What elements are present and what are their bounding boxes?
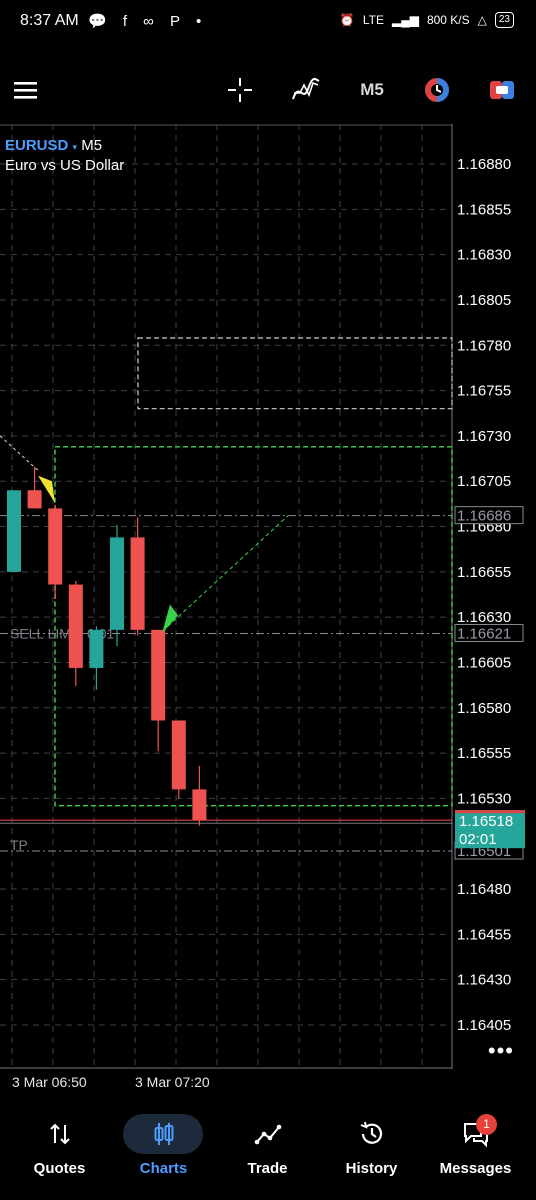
nav-label-history: History bbox=[345, 1160, 398, 1177]
candle-countdown: 02:01 bbox=[459, 831, 497, 848]
price-tick-label: 1.16430 bbox=[457, 972, 511, 989]
messages-badge: 1 bbox=[476, 1114, 497, 1135]
status-bar: 8:37 AM 💬 f ∞ P • ⏰ LTE ▂▄▆ 800 K/S △ 23 bbox=[0, 0, 536, 44]
warning-icon: △ bbox=[477, 13, 487, 27]
sell-limit-price-label: 1.16621 bbox=[457, 625, 511, 642]
chart-canvas[interactable]: 1.16880 1.16855 1.16830 1.16805 1.16780 1.167… bbox=[0, 124, 536, 1069]
symbol-description: Euro vs US Dollar bbox=[5, 157, 125, 174]
price-tick-label: 1.16730 bbox=[457, 428, 511, 445]
x-axis-label-2: 3 Mar 07:20 bbox=[135, 1074, 210, 1090]
candle-body bbox=[192, 789, 207, 821]
price-tick-label: 1.16630 bbox=[457, 609, 511, 626]
status-right: ⏰ LTE ▂▄▆ 800 K/S △ 23 bbox=[340, 12, 514, 28]
menu-icon[interactable] bbox=[8, 60, 44, 120]
timeframe-label: M5 bbox=[360, 80, 384, 99]
messages-icon bbox=[422, 1114, 529, 1154]
candle-body bbox=[68, 584, 83, 668]
price-tick-label: 1.16805 bbox=[457, 292, 511, 309]
candle-body bbox=[171, 720, 186, 790]
price-tick-label: 1.16830 bbox=[457, 247, 511, 264]
nav-label-quotes: Quotes bbox=[33, 1160, 86, 1177]
nav-label-charts: Charts bbox=[139, 1160, 188, 1177]
speed: 800 K/S bbox=[426, 13, 470, 27]
candle-body bbox=[130, 537, 145, 630]
nav-trade[interactable]: Trade bbox=[214, 1100, 321, 1200]
sort-arrows-icon bbox=[6, 1114, 113, 1154]
price-tick-label: 1.16855 bbox=[457, 201, 511, 218]
notification-icons: 💬 f ∞ P • bbox=[88, 13, 208, 30]
price-tick-label: 1.16530 bbox=[457, 790, 511, 807]
symbol-header[interactable]: EURUSD ▾ M5 bbox=[5, 137, 102, 154]
candle-body bbox=[27, 490, 42, 509]
candle-body bbox=[89, 629, 104, 668]
battery-icon: 23 bbox=[494, 12, 514, 28]
price-tick-label: 1.16605 bbox=[457, 654, 511, 671]
price-tick-label: 1.16780 bbox=[457, 337, 511, 354]
candle-body bbox=[151, 629, 166, 721]
symbol-name: EURUSD bbox=[5, 137, 69, 154]
price-tick-label: 1.16455 bbox=[457, 926, 511, 943]
dropdown-arrow-icon: ▾ bbox=[72, 142, 78, 152]
white-zone-box bbox=[137, 337, 453, 410]
crosshair-icon[interactable] bbox=[222, 60, 258, 120]
price-tick-label: 1.16405 bbox=[457, 1017, 511, 1034]
price-tick-label: 1.16480 bbox=[457, 881, 511, 898]
nav-messages[interactable]: Messages bbox=[422, 1100, 529, 1200]
alarm-icon: ⏰ bbox=[339, 13, 355, 27]
price-tick-label: 1.16655 bbox=[457, 564, 511, 581]
one-click-trading-icon[interactable] bbox=[420, 60, 454, 120]
candle-body bbox=[48, 508, 63, 585]
candle-body bbox=[110, 537, 124, 630]
nav-label-trade: Trade bbox=[247, 1160, 288, 1177]
entry-price-label: 1.16686 bbox=[457, 508, 511, 525]
price-tick-label: 1.16555 bbox=[457, 745, 511, 762]
nav-history[interactable]: History bbox=[318, 1100, 425, 1200]
trend-line-green bbox=[167, 515, 289, 627]
more-options-icon[interactable]: ••• bbox=[488, 1038, 514, 1064]
chart-toolbar: M5 bbox=[0, 60, 536, 120]
bottom-navigation: Quotes Charts Trade History Messages bbox=[0, 1100, 536, 1200]
signal-icon: ▂▄▆ bbox=[391, 13, 419, 27]
nav-label-messages: Messages bbox=[439, 1160, 512, 1177]
status-time: 8:37 AM bbox=[20, 12, 79, 29]
trade-line-icon bbox=[214, 1114, 321, 1154]
tp-text: TP bbox=[10, 837, 28, 853]
indicators-icon[interactable] bbox=[288, 60, 324, 120]
current-price-label: 1.16518 bbox=[459, 813, 513, 830]
candle-body bbox=[7, 490, 21, 572]
history-icon bbox=[318, 1114, 425, 1154]
nav-quotes[interactable]: Quotes bbox=[6, 1100, 113, 1200]
symbol-timeframe: M5 bbox=[81, 137, 103, 154]
price-tick-label: 1.16580 bbox=[457, 700, 511, 717]
trade-panel-icon[interactable] bbox=[484, 60, 520, 120]
network-type: LTE bbox=[362, 13, 384, 27]
price-tick-label: 1.16880 bbox=[457, 156, 511, 173]
candles-icon bbox=[110, 1114, 217, 1154]
x-axis-label-1: 3 Mar 06:50 bbox=[12, 1074, 87, 1090]
price-tick-label: 1.16705 bbox=[457, 473, 511, 490]
price-chart[interactable]: 1.16880 1.16855 1.16830 1.16805 1.16780 1.167… bbox=[0, 124, 536, 1069]
timeframe-button[interactable]: M5 bbox=[352, 60, 392, 120]
nav-charts[interactable]: Charts bbox=[110, 1100, 217, 1200]
price-tick-label: 1.16755 bbox=[457, 383, 511, 400]
